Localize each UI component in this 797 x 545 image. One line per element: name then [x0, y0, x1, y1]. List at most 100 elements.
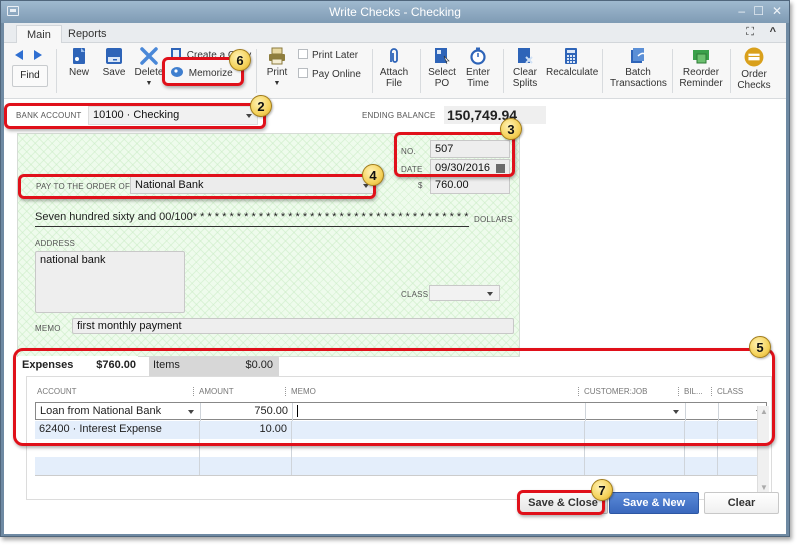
column-header-billable[interactable]: BIL... — [684, 387, 703, 396]
collapse-ribbon-icon[interactable]: ^ — [770, 26, 776, 38]
scroll-down-icon[interactable]: ▼ — [760, 483, 768, 492]
memorize-button[interactable]: Memorize — [170, 66, 233, 79]
write-checks-window: Write Checks - Checking – ☐ ✕ Main Repor… — [0, 0, 790, 537]
cell-customer-job[interactable] — [585, 457, 685, 475]
cell-customer-job[interactable] — [586, 403, 686, 421]
delete-label: Delete — [134, 67, 164, 78]
check-amount-field[interactable]: 760.00 — [430, 176, 510, 194]
cell-account[interactable]: 62400 · Interest Expense — [35, 421, 200, 439]
column-header-amount[interactable]: AMOUNT — [199, 387, 234, 396]
tab-expenses[interactable]: Expenses $760.00 — [18, 356, 138, 376]
print-later-box[interactable] — [298, 49, 308, 59]
close-button[interactable]: ✕ — [772, 4, 782, 18]
cell-billable[interactable] — [685, 457, 718, 475]
cell-amount[interactable]: 10.00 — [200, 421, 292, 439]
clear-splits-button[interactable]: Clear Splits — [512, 47, 538, 89]
reorder-reminder-button[interactable]: Reorder Reminder — [678, 47, 724, 89]
save-button[interactable]: Save — [101, 47, 127, 78]
bank-account-dropdown-icon[interactable] — [246, 114, 252, 118]
memo-field[interactable]: first monthly payment — [72, 318, 514, 334]
table-row[interactable] — [35, 457, 767, 476]
column-resizer[interactable] — [285, 387, 286, 396]
pay-online-box[interactable] — [298, 68, 308, 78]
address-field[interactable]: national bank — [35, 251, 185, 313]
scroll-up-icon[interactable]: ▲ — [760, 407, 768, 416]
toolbar-separator — [256, 49, 257, 93]
column-header-class[interactable]: CLASS — [717, 387, 743, 396]
enter-time-button[interactable]: Enter Time — [465, 47, 491, 89]
column-resizer[interactable] — [193, 387, 194, 396]
calendar-icon[interactable] — [496, 164, 505, 173]
cell-billable[interactable] — [686, 403, 719, 421]
cell-account[interactable] — [35, 439, 200, 457]
check-no-field[interactable]: 507 — [430, 140, 510, 158]
pay-online-checkbox[interactable]: Pay Online — [298, 68, 361, 80]
grid-scrollbar[interactable]: ▲ ▼ — [757, 406, 769, 493]
toolbar: Find New Save Delete ▼ Create a Copy Mem… — [4, 43, 786, 99]
maximize-button[interactable]: ☐ — [753, 4, 764, 18]
clear-button[interactable]: Clear — [704, 492, 779, 514]
cell-billable[interactable] — [685, 421, 718, 439]
tab-main[interactable]: Main — [16, 25, 62, 44]
select-po-button[interactable]: Select PO — [428, 47, 456, 89]
save-and-new-button[interactable]: Save & New — [609, 492, 699, 514]
tab-items[interactable]: Items $0.00 — [149, 356, 279, 376]
previous-arrow-icon[interactable] — [15, 50, 23, 60]
column-resizer[interactable] — [578, 387, 579, 396]
batch-transactions-button[interactable]: Batch Transactions — [610, 47, 667, 89]
column-resizer[interactable] — [711, 387, 712, 396]
bank-account-select[interactable]: 10100 · Checking — [88, 106, 258, 125]
new-button[interactable]: New — [68, 47, 90, 78]
cell-amount[interactable]: 750.00 — [201, 403, 293, 421]
dollar-sign-label: $ — [418, 181, 423, 190]
print-label: Print — [266, 67, 288, 78]
expand-ribbon-icon[interactable]: ⛶ — [746, 26, 754, 39]
table-row[interactable]: 62400 · Interest Expense 10.00 — [35, 421, 767, 439]
paperclip-icon — [390, 48, 398, 63]
order-checks-label-2: Checks — [737, 80, 771, 91]
toolbar-separator — [420, 49, 421, 93]
cell-amount[interactable] — [200, 457, 292, 475]
recalculate-label: Recalculate — [546, 67, 599, 78]
amount-in-words: Seven hundred sixty and 00/100* * * * * … — [35, 211, 469, 227]
customer-job-dropdown-icon[interactable] — [673, 410, 679, 414]
table-row[interactable]: Loan from National Bank 750.00 — [35, 402, 767, 421]
attach-file-button[interactable]: Attach File — [379, 47, 409, 89]
select-po-label-1: Select — [428, 67, 456, 78]
column-header-customer-job[interactable]: CUSTOMER:JOB — [584, 387, 647, 396]
column-header-memo[interactable]: MEMO — [291, 387, 316, 396]
class-dropdown-icon[interactable] — [487, 292, 493, 296]
cell-billable[interactable] — [685, 439, 718, 457]
account-dropdown-icon[interactable] — [188, 410, 194, 414]
column-header-account[interactable]: ACCOUNT — [37, 387, 77, 396]
cell-amount[interactable] — [200, 439, 292, 457]
tab-reports[interactable]: Reports — [58, 25, 117, 44]
table-row[interactable] — [35, 439, 767, 457]
cell-memo[interactable] — [292, 457, 585, 475]
class-select[interactable] — [429, 285, 500, 301]
next-arrow-icon[interactable] — [34, 50, 42, 60]
print-button[interactable]: Print ▼ — [266, 47, 288, 89]
cell-memo[interactable] — [292, 439, 585, 457]
cell-account[interactable]: Loan from National Bank — [36, 403, 201, 421]
toolbar-separator — [372, 49, 373, 93]
cell-memo[interactable] — [293, 403, 586, 421]
date-field[interactable]: 09/30/2016 — [430, 159, 510, 177]
minimize-button[interactable]: – — [738, 4, 745, 18]
cell-customer-job[interactable] — [585, 439, 685, 457]
batch-label-2: Transactions — [610, 78, 667, 89]
class-label: CLASS — [401, 290, 429, 299]
payee-select[interactable]: National Bank — [130, 176, 376, 194]
splits-panel: Expenses $760.00 Items $0.00 ACCOUNT AMO… — [18, 356, 772, 501]
delete-button[interactable]: Delete ▼ — [134, 47, 164, 89]
column-resizer[interactable] — [678, 387, 679, 396]
clear-splits-icon — [518, 48, 533, 64]
order-checks-button[interactable]: Order Checks — [735, 47, 773, 91]
cell-memo[interactable] — [292, 421, 585, 439]
cell-account[interactable] — [35, 457, 200, 475]
find-button[interactable]: Find — [12, 65, 48, 87]
cell-customer-job[interactable] — [585, 421, 685, 439]
items-tab-amount: $0.00 — [245, 359, 273, 371]
recalculate-button[interactable]: Recalculate — [546, 47, 599, 78]
print-later-checkbox[interactable]: Print Later — [298, 49, 358, 61]
